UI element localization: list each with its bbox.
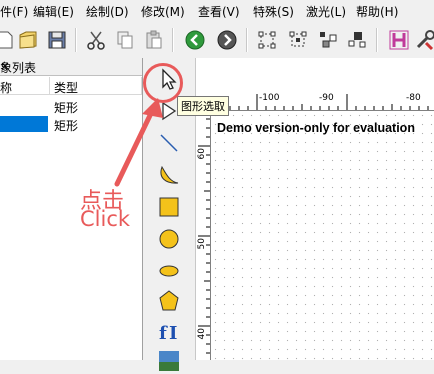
svg-text:f: f: [159, 323, 168, 344]
open-icon[interactable]: [0, 29, 16, 51]
line-icon[interactable]: [156, 130, 182, 156]
column-header-type[interactable]: 类型: [50, 77, 142, 95]
save-icon[interactable]: [46, 29, 68, 51]
circle-icon[interactable]: [156, 226, 182, 252]
node-select-icon[interactable]: [287, 29, 309, 51]
ruler-label: 40: [197, 328, 207, 340]
paste-icon[interactable]: [143, 29, 165, 51]
column-header-name[interactable]: 称: [0, 77, 50, 95]
close-icon[interactable]: ×: [0, 59, 138, 73]
column-name-label: 称: [0, 81, 13, 95]
row-selection-highlight: [0, 116, 48, 132]
ruler-label: -80: [406, 93, 421, 103]
toolbar: [0, 20, 434, 59]
toolbar-separator: [246, 28, 248, 52]
vertical-ruler[interactable]: 60 50 40: [196, 110, 211, 360]
tooltip: 图形选取: [177, 96, 229, 116]
menu-special[interactable]: 特殊(S): [253, 3, 294, 20]
menubar: 件(F) 编辑(E) 绘制(D) 修改(M) 查看(V) 特殊(S) 激光(L)…: [0, 0, 434, 20]
text-icon[interactable]: fI: [156, 318, 182, 344]
menu-help[interactable]: 帮助(H): [356, 3, 398, 20]
copy-icon[interactable]: [114, 29, 136, 51]
row-type: 矩形: [54, 119, 79, 133]
back-icon[interactable]: [184, 29, 206, 51]
menu-file[interactable]: 件(F): [0, 3, 28, 20]
node-align-icon[interactable]: [346, 29, 368, 51]
curve-icon[interactable]: [156, 162, 182, 188]
polygon-icon[interactable]: [156, 288, 182, 314]
forward-icon[interactable]: [216, 29, 238, 51]
table-row[interactable]: 矩形: [0, 97, 142, 115]
node-move-icon[interactable]: [317, 29, 339, 51]
ellipse-icon[interactable]: [156, 258, 182, 284]
node-edit-icon[interactable]: [256, 29, 278, 51]
toolbar-separator: [172, 28, 174, 52]
column-type-label: 类型: [54, 81, 79, 95]
ruler-label: 50: [197, 238, 207, 250]
svg-text:I: I: [169, 323, 177, 344]
rectangle-icon[interactable]: [156, 194, 182, 220]
h-icon[interactable]: [388, 29, 410, 51]
row-type: 矩形: [54, 101, 79, 115]
cut-icon[interactable]: [85, 29, 107, 51]
drawing-page[interactable]: [211, 111, 434, 360]
highlight-circle: [143, 63, 183, 103]
horizontal-ruler[interactable]: -100 -90 -80: [196, 92, 434, 111]
toolbar-separator: [75, 28, 77, 52]
ruler-label: -90: [319, 93, 334, 103]
menu-modify[interactable]: 修改(M): [141, 3, 185, 20]
image-icon[interactable]: [156, 348, 182, 374]
table-row[interactable]: 矩形: [0, 115, 142, 133]
annotation-text-english: Click: [80, 207, 131, 231]
toolbar-separator: [376, 28, 378, 52]
drawing-canvas[interactable]: -100 -90 -80 60 50 40 Demo version-only …: [196, 58, 434, 360]
menu-view[interactable]: 查看(V): [198, 3, 240, 20]
folder-icon[interactable]: [17, 29, 39, 51]
ruler-ticks: [220, 94, 429, 110]
panel-title-bar: 象列表 ×: [0, 58, 142, 76]
tool-icon[interactable]: [414, 29, 434, 51]
menu-edit[interactable]: 编辑(E): [33, 3, 74, 20]
ruler-label: -100: [259, 93, 280, 103]
menu-laser[interactable]: 激光(L): [306, 3, 346, 20]
ruler-label: 60: [197, 148, 207, 160]
demo-watermark-text: Demo version-only for evaluation: [217, 121, 415, 135]
grid: [211, 111, 434, 360]
menu-draw[interactable]: 绘制(D): [86, 3, 129, 20]
